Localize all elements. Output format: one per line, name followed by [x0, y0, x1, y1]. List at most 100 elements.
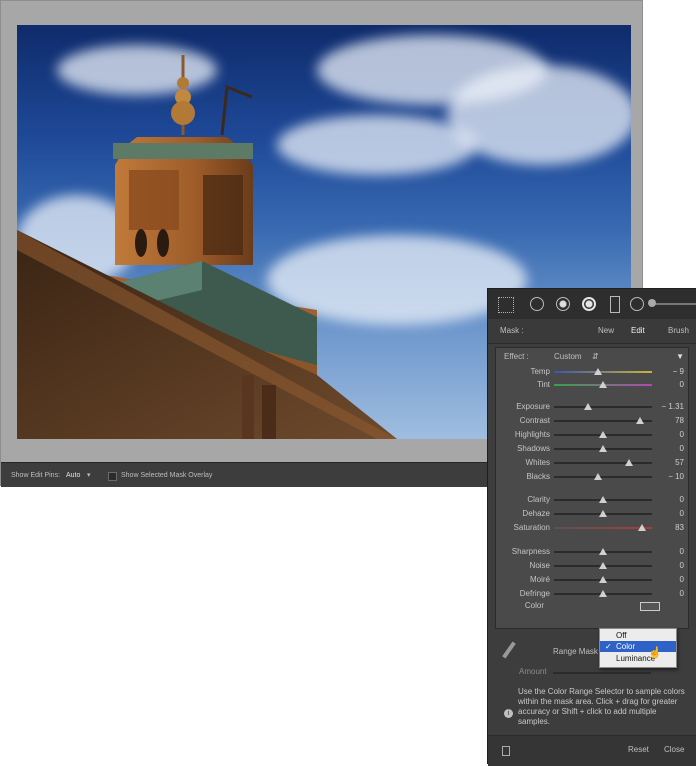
- slider-thumb[interactable]: [599, 445, 607, 452]
- slider-value[interactable]: 0: [650, 560, 684, 572]
- slider-thumb[interactable]: [599, 381, 607, 388]
- collapse-triangle-icon[interactable]: ▼: [676, 351, 684, 363]
- slider-row-clarity: Clarity 0: [496, 494, 690, 506]
- close-button[interactable]: Close: [664, 736, 684, 764]
- slider-track[interactable]: [554, 548, 652, 555]
- slider-thumb[interactable]: [599, 496, 607, 503]
- slider-thumb[interactable]: [599, 562, 607, 569]
- slider-thumb[interactable]: [594, 368, 603, 375]
- slider-thumb[interactable]: [594, 473, 603, 480]
- slider-row-moir: Moiré 0: [496, 574, 690, 586]
- slider-value[interactable]: 78: [650, 415, 684, 427]
- radial-filter-icon[interactable]: [610, 296, 620, 313]
- info-icon: i: [504, 709, 513, 718]
- slider-row-noise: Noise 0: [496, 560, 690, 572]
- slider-track[interactable]: [554, 590, 652, 597]
- tool-strip: [488, 289, 696, 320]
- slider-track[interactable]: [554, 562, 652, 569]
- slider-track[interactable]: [554, 403, 652, 410]
- color-row: Color: [496, 600, 690, 612]
- chevron-down-icon[interactable]: ⇵: [592, 351, 599, 363]
- chevron-down-icon[interactable]: ▾: [87, 463, 91, 488]
- slider-thumb[interactable]: [584, 403, 593, 410]
- tool-slider[interactable]: [652, 303, 696, 305]
- amount-slider[interactable]: [553, 672, 651, 674]
- slider-label: Tint: [536, 380, 550, 389]
- slider-row-saturation: Saturation 83: [496, 522, 690, 534]
- slider-value[interactable]: − 10: [650, 471, 684, 483]
- slider-row-contrast: Contrast 78: [496, 415, 690, 427]
- slider-row-temp: Temp − 9: [496, 366, 690, 378]
- range-mask-option-luminance[interactable]: Luminance: [600, 653, 676, 664]
- slider-track[interactable]: [554, 510, 652, 517]
- mask-label: Mask :: [500, 326, 524, 335]
- slider-track[interactable]: [554, 473, 652, 480]
- range-mask-dropdown[interactable]: Off ✓ Color Luminance: [599, 628, 677, 668]
- show-edit-pins-select[interactable]: Auto: [66, 463, 80, 488]
- slider-thumb[interactable]: [625, 459, 634, 466]
- slider-thumb[interactable]: [599, 431, 607, 438]
- slider-track[interactable]: [554, 524, 652, 531]
- slider-value[interactable]: 0: [650, 574, 684, 586]
- switch-icon[interactable]: [502, 746, 510, 756]
- checkmark-icon: ✓: [605, 642, 612, 651]
- slider-value[interactable]: 0: [650, 546, 684, 558]
- slider-row-shadows: Shadows 0: [496, 443, 690, 455]
- slider-thumb[interactable]: [636, 417, 645, 424]
- mask-overlay-checkbox[interactable]: [108, 472, 117, 481]
- slider-track[interactable]: [554, 496, 652, 503]
- slider-label: Exposure: [516, 402, 550, 411]
- slider-value[interactable]: 0: [650, 429, 684, 441]
- spot-removal-icon[interactable]: [530, 297, 544, 311]
- show-edit-pins-label: Show Edit Pins:: [11, 472, 61, 479]
- slider-thumb[interactable]: [599, 576, 607, 583]
- slider-label: Defringe: [519, 589, 550, 598]
- slider-value[interactable]: − 1.31: [650, 401, 684, 413]
- crop-overlay-icon[interactable]: [498, 297, 514, 313]
- slider-track[interactable]: [554, 368, 652, 375]
- slider-label: Saturation: [513, 523, 550, 532]
- slider-thumb[interactable]: [599, 590, 607, 597]
- range-mask-option-off[interactable]: Off: [600, 630, 676, 641]
- slider-row-defringe: Defringe 0: [496, 588, 690, 600]
- amount-label: Amount: [519, 667, 547, 676]
- slider-value[interactable]: − 9: [650, 366, 684, 378]
- slider-label: Moiré: [529, 575, 550, 584]
- mask-new-button[interactable]: New: [598, 319, 614, 343]
- slider-track[interactable]: [554, 576, 652, 583]
- mask-edit-button[interactable]: Edit: [631, 319, 645, 343]
- range-selector-help-text: Use the Color Range Selector to sample c…: [518, 687, 685, 726]
- slider-value[interactable]: 0: [650, 494, 684, 506]
- slider-label: Dehaze: [522, 509, 550, 518]
- slider-value[interactable]: 57: [650, 457, 684, 469]
- mask-overlay-label: Show Selected Mask Overlay: [121, 472, 213, 479]
- slider-label: Sharpness: [511, 547, 550, 556]
- slider-track[interactable]: [554, 417, 652, 424]
- mask-brush-button[interactable]: Brush: [668, 319, 689, 343]
- graduated-filter-icon[interactable]: [582, 297, 596, 311]
- slider-thumb[interactable]: [599, 510, 607, 517]
- range-mask-option-color[interactable]: ✓ Color: [600, 641, 676, 652]
- slider-thumb[interactable]: [638, 524, 647, 531]
- slider-track[interactable]: [554, 381, 652, 388]
- slider-thumb[interactable]: [599, 548, 607, 555]
- tool-slider-knob[interactable]: [648, 299, 656, 307]
- adjustment-brush-icon[interactable]: [630, 297, 644, 311]
- slider-track[interactable]: [554, 445, 652, 452]
- color-swatch-x-icon[interactable]: [640, 602, 660, 611]
- mask-panel: Mask : New Edit Brush Effect : Custom ⇵ …: [487, 288, 696, 766]
- slider-track[interactable]: [554, 459, 652, 466]
- slider-value[interactable]: 0: [650, 508, 684, 520]
- slider-value[interactable]: 0: [650, 443, 684, 455]
- effect-preset-select[interactable]: Custom: [554, 351, 582, 363]
- red-eye-icon[interactable]: [556, 297, 570, 311]
- slider-value[interactable]: 0: [650, 379, 684, 391]
- effect-row: Effect : Custom ⇵ ▼: [496, 351, 690, 363]
- slider-label: Whites: [525, 458, 550, 467]
- panel-footer: Reset Close: [488, 735, 696, 766]
- slider-value[interactable]: 0: [650, 588, 684, 600]
- slider-value[interactable]: 83: [650, 522, 684, 534]
- eyedropper-icon[interactable]: [502, 641, 516, 659]
- reset-button[interactable]: Reset: [628, 736, 649, 764]
- slider-track[interactable]: [554, 431, 652, 438]
